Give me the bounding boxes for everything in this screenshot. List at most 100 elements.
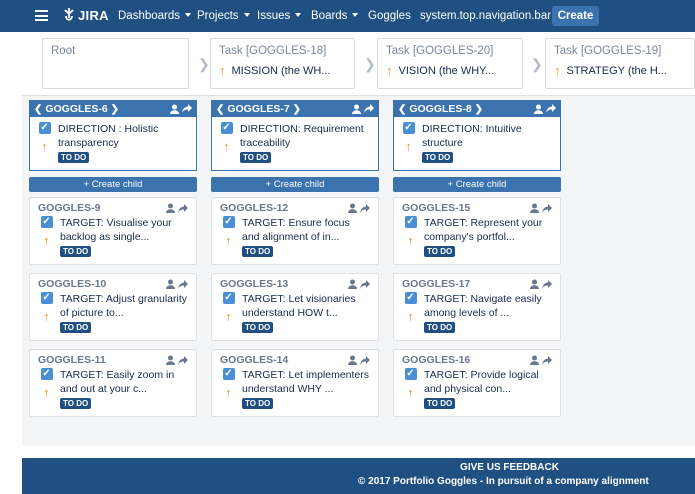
share-arrow-icon[interactable]: [178, 203, 188, 213]
user-icon[interactable]: [530, 203, 539, 213]
share-arrow-icon[interactable]: [542, 355, 552, 365]
parent-card[interactable]: ✓ ↑ DIRECTION: Intuitive structure TO DO: [393, 117, 561, 171]
breadcrumb-goggles-20[interactable]: Task [GOGGLES-20] ↑ VISION (the WHY...: [377, 38, 523, 89]
user-icon[interactable]: [166, 355, 175, 365]
card-summary: TARGET: Let implementers understand WHY …: [242, 369, 370, 395]
card-summary: TARGET: Provide logical and physical con…: [424, 369, 539, 395]
user-icon[interactable]: [348, 279, 357, 289]
share-arrow-icon[interactable]: [542, 203, 552, 213]
child-card[interactable]: GOGGLES-13 ✓ ↑ TARGET: Let visionaries unde…: [211, 273, 379, 341]
chevron-left-icon[interactable]: ❮: [398, 104, 406, 115]
share-arrow-icon[interactable]: [360, 203, 370, 213]
create-button[interactable]: Create: [552, 6, 599, 26]
column-key[interactable]: GOGGLES-8: [409, 103, 471, 115]
checkbox-icon: ✓: [222, 368, 235, 380]
share-arrow-icon[interactable]: [182, 104, 192, 113]
share-arrow-icon[interactable]: [360, 355, 370, 365]
user-icon[interactable]: [534, 104, 543, 114]
user-icon[interactable]: [166, 279, 175, 289]
issue-key[interactable]: GOGGLES-14: [220, 354, 288, 366]
user-icon[interactable]: [166, 203, 175, 213]
card-summary: TARGET: Ensure focus and alignment of in…: [242, 217, 350, 243]
status-badge: TO DO: [60, 398, 92, 409]
checkbox-icon: ✓: [220, 122, 233, 134]
child-card[interactable]: GOGGLES-10 ✓ ↑ TARGET: Adjust granularity o…: [29, 273, 197, 341]
chevron-right-icon[interactable]: ❯: [475, 104, 483, 115]
breadcrumb-goggles-18[interactable]: Task [GOGGLES-18] ↑ MISSION (the WH...: [210, 38, 355, 89]
chevron-right-icon[interactable]: ❯: [293, 104, 301, 115]
nav-issues[interactable]: Issues: [257, 10, 301, 22]
child-card[interactable]: GOGGLES-16 ✓ ↑ TARGET: Provide logical and …: [393, 349, 561, 417]
child-card[interactable]: GOGGLES-9 ✓ ↑ TARGET: Visualise your backlo…: [29, 197, 197, 265]
breadcrumb-summary: VISION (the WHY...: [398, 64, 495, 77]
issue-key[interactable]: GOGGLES-16: [402, 354, 470, 366]
column-key[interactable]: GOGGLES-7: [227, 103, 289, 115]
checkbox-icon: ✓: [40, 368, 53, 380]
feedback-link[interactable]: GIVE US FEEDBACK: [442, 462, 577, 473]
breadcrumb-goggles-19[interactable]: Task [GOGGLES-19] ↑ STRATEGY (the H...: [545, 38, 695, 89]
child-card[interactable]: GOGGLES-14 ✓ ↑ TARGET: Let implementers und…: [211, 349, 379, 417]
user-icon[interactable]: [530, 355, 539, 365]
jira-logo[interactable]: JIRA: [62, 7, 109, 23]
parent-card[interactable]: ✓ ↑ DIRECTION: Requirement traceability …: [211, 117, 379, 171]
user-icon[interactable]: [352, 104, 361, 114]
user-icon[interactable]: [530, 279, 539, 289]
child-card[interactable]: GOGGLES-12 ✓ ↑ TARGET: Ensure focus and ali…: [211, 197, 379, 265]
issue-key[interactable]: GOGGLES-13: [220, 278, 288, 290]
issue-key[interactable]: GOGGLES-15: [402, 202, 470, 214]
nav-goggles[interactable]: Goggles: [368, 10, 411, 22]
child-card[interactable]: GOGGLES-17 ✓ ↑ TARGET: Navigate easily amon…: [393, 273, 561, 341]
priority-up-icon: ↑: [407, 309, 414, 324]
card-summary: TARGET: Represent your company's portfol…: [424, 217, 543, 243]
status-badge: TO DO: [424, 322, 456, 333]
issue-key[interactable]: GOGGLES-12: [220, 202, 288, 214]
jira-logo-icon: [64, 8, 74, 21]
create-child-button[interactable]: + Create child: [393, 177, 561, 192]
create-child-button[interactable]: + Create child: [211, 177, 379, 192]
status-badge: TO DO: [60, 246, 92, 257]
breadcrumb-root[interactable]: Root: [42, 38, 189, 89]
share-arrow-icon[interactable]: [542, 279, 552, 289]
issue-key[interactable]: GOGGLES-17: [402, 278, 470, 290]
share-arrow-icon[interactable]: [360, 279, 370, 289]
nav-dashboards[interactable]: Dashboards: [118, 10, 191, 22]
menu-icon[interactable]: [35, 10, 48, 21]
create-child-button[interactable]: + Create child: [29, 177, 197, 192]
nav-projects[interactable]: Projects: [197, 10, 250, 22]
chevron-right-icon[interactable]: ❯: [111, 104, 119, 115]
nav-boards[interactable]: Boards: [311, 10, 358, 22]
status-badge: TO DO: [242, 322, 274, 333]
checkbox-icon: ✓: [40, 216, 53, 228]
share-arrow-icon[interactable]: [364, 104, 374, 113]
share-arrow-icon[interactable]: [178, 355, 188, 365]
status-badge: TO DO: [240, 152, 272, 163]
priority-up-icon: ↑: [41, 139, 48, 154]
share-arrow-icon[interactable]: [546, 104, 556, 113]
issue-key[interactable]: GOGGLES-9: [38, 202, 100, 214]
footer: GIVE US FEEDBACK © 2017 Portfolio Goggle…: [22, 458, 695, 494]
card-summary: TARGET: Navigate easily among levels of …: [424, 293, 542, 319]
user-icon[interactable]: [170, 104, 179, 114]
child-card[interactable]: GOGGLES-11 ✓ ↑ TARGET: Easily zoom in and o…: [29, 349, 197, 417]
share-arrow-icon[interactable]: [178, 279, 188, 289]
parent-card[interactable]: ✓ ↑ DIRECTION : Holistic transparency TO…: [29, 117, 197, 171]
card-summary: TARGET: Adjust granularity of picture to…: [60, 293, 188, 319]
status-badge: TO DO: [242, 398, 274, 409]
checkbox-icon: ✓: [40, 292, 53, 304]
column-key[interactable]: GOGGLES-6: [45, 103, 107, 115]
status-badge: TO DO: [242, 246, 274, 257]
priority-up-icon: ↑: [219, 64, 226, 77]
breadcrumb-summary: STRATEGY (the H...: [566, 64, 667, 77]
issue-key[interactable]: GOGGLES-11: [38, 354, 106, 366]
issue-key[interactable]: GOGGLES-10: [38, 278, 106, 290]
column-header: ❮ GOGGLES-6 ❯: [29, 100, 197, 117]
chevron-left-icon[interactable]: ❮: [216, 104, 224, 115]
user-icon[interactable]: [348, 203, 357, 213]
user-icon[interactable]: [348, 355, 357, 365]
nav-system-top-navigation-bar[interactable]: system.top.navigation.bar: [420, 10, 551, 22]
logo-text: JIRA: [78, 7, 109, 23]
priority-up-icon: ↑: [225, 233, 232, 248]
copyright-text: © 2017 Portfolio Goggles - In pursuit of…: [358, 476, 649, 487]
chevron-left-icon[interactable]: ❮: [34, 104, 42, 115]
child-card[interactable]: GOGGLES-15 ✓ ↑ TARGET: Represent your compa…: [393, 197, 561, 265]
